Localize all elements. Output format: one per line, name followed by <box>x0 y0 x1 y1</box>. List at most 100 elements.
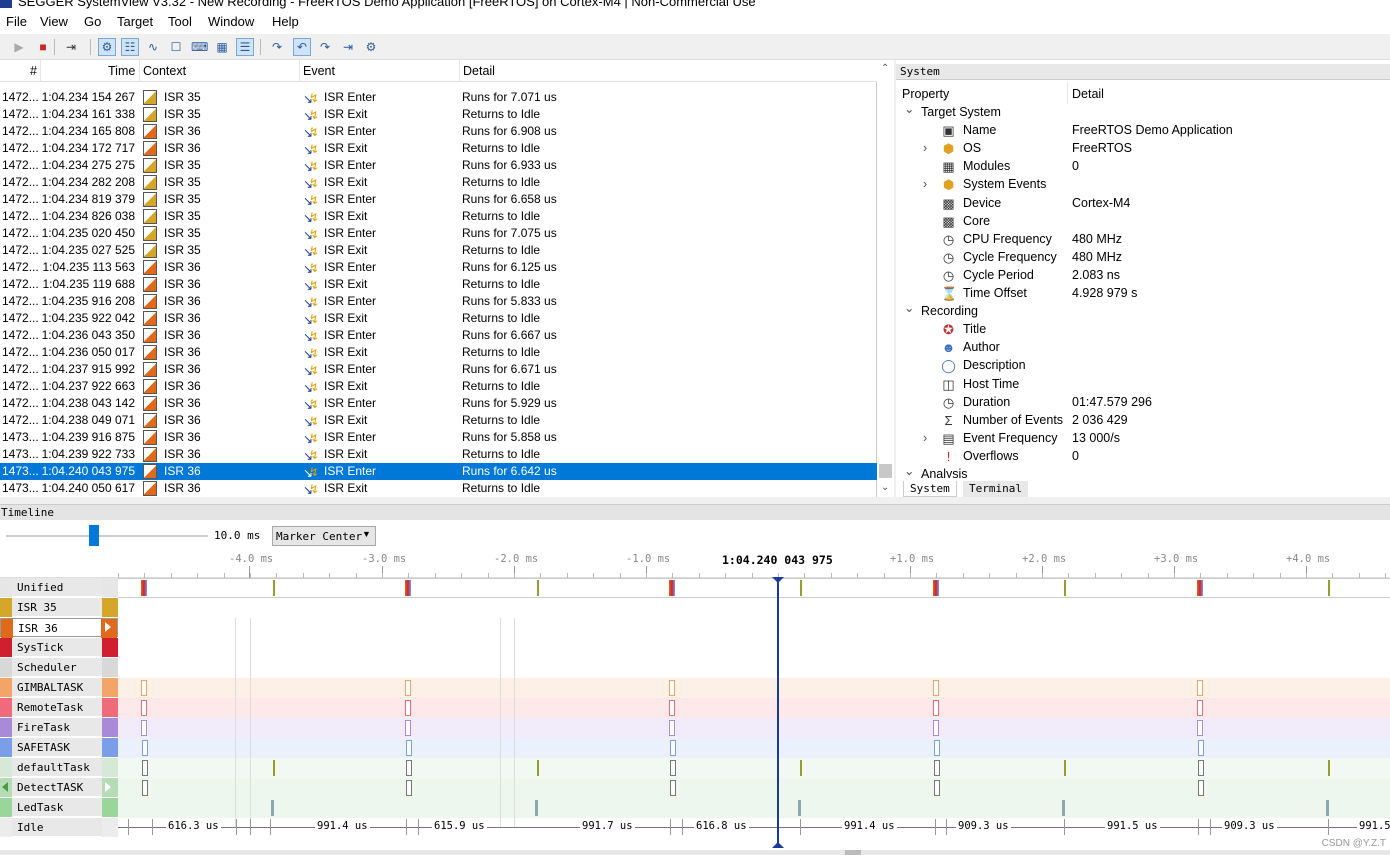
marker-mode-select[interactable]: Marker Center ▼ <box>272 526 376 546</box>
event-row[interactable]: 1472... 1:04.234 819 379 ISR 35 ↘ ↯ ISR Enter… <box>0 191 877 208</box>
track-label-isr 35[interactable]: ISR 35 <box>0 598 118 617</box>
go-forward-icon[interactable]: ↷ <box>268 38 286 56</box>
event-row[interactable]: 1473... 1:04.239 916 875 ISR 36 ↘ ↯ ISR Enter… <box>0 429 877 446</box>
property-row[interactable]: ⌄ Recording <box>896 300 1390 321</box>
track-label-defaulttask[interactable]: defaultTask <box>0 758 118 777</box>
chevron-down-icon[interactable]: ⌄ <box>904 466 914 478</box>
property-row[interactable]: ◷ CPU Frequency 480 MHz <box>896 231 1390 249</box>
go-last-icon[interactable]: ⇥ <box>339 38 357 56</box>
chevron-down-icon[interactable]: ⌄ <box>904 101 914 116</box>
chevron-right-icon[interactable]: › <box>923 177 927 191</box>
scroll-right-icon[interactable] <box>105 622 111 632</box>
h-scrollbar[interactable] <box>0 850 1390 855</box>
play-icon[interactable]: ▶ <box>10 38 28 56</box>
event-row[interactable]: 1472... 1:04.235 027 525 ISR 35 ↘ ↯ ISR Exit R… <box>0 242 877 259</box>
col-detail[interactable]: Detail <box>1072 87 1104 101</box>
event-row[interactable]: 1472... 1:04.234 275 275 ISR 35 ↘ ↯ ISR Enter… <box>0 157 877 174</box>
track-label-gimbaltask[interactable]: GIMBALTASK <box>0 678 118 697</box>
scroll-up-icon[interactable]: ⌃ <box>881 63 889 74</box>
property-row[interactable]: ▩ Device Cortex-M4 <box>896 195 1390 213</box>
property-row[interactable]: ! Overflows 0 <box>896 448 1390 466</box>
menu-help[interactable]: Help <box>272 14 299 29</box>
tab-terminal[interactable]: Terminal <box>963 481 1028 497</box>
terminal-icon[interactable]: ⌨ <box>190 38 208 56</box>
go-next-icon[interactable]: ↷ <box>316 38 334 56</box>
cpu-icon[interactable]: ▦ <box>213 38 231 56</box>
menu-go[interactable]: Go <box>84 14 101 29</box>
scroll-right-icon[interactable] <box>105 782 111 792</box>
track-label-unified[interactable]: Unified <box>0 578 118 597</box>
property-row[interactable]: ◫ Host Time <box>896 376 1390 394</box>
track-label-remotetask[interactable]: RemoteTask <box>0 698 118 717</box>
event-row[interactable]: 1473... 1:04.240 050 617 ISR 36 ↘ ↯ ISR Exit R… <box>0 480 877 497</box>
zoom-slider-track[interactable] <box>6 535 208 537</box>
event-row[interactable]: 1472... 1:04.235 020 450 ISR 35 ↘ ↯ ISR Enter… <box>0 225 877 242</box>
event-row[interactable]: 1472... 1:04.235 113 563 ISR 36 ↘ ↯ ISR Enter… <box>0 259 877 276</box>
property-row[interactable]: ▩ Core <box>896 213 1390 231</box>
timeline-icon[interactable]: ∿ <box>144 38 162 56</box>
go-prev-icon[interactable]: ↶ <box>293 38 311 56</box>
track-label-scheduler[interactable]: Scheduler <box>0 658 118 677</box>
event-row[interactable]: 1472... 1:04.234 282 208 ISR 35 ↘ ↯ ISR Exit R… <box>0 174 877 191</box>
event-row[interactable]: 1472... 1:04.234 172 717 ISR 36 ↘ ↯ ISR Exit R… <box>0 140 877 157</box>
event-row-partial[interactable] <box>0 74 877 82</box>
menu-target[interactable]: Target <box>117 14 153 29</box>
property-row[interactable]: ◷ Duration 01:47.579 296 <box>896 394 1390 412</box>
event-row[interactable]: 1472... 1:04.234 165 808 ISR 36 ↘ ↯ ISR Enter… <box>0 123 877 140</box>
event-row[interactable]: 1472... 1:04.235 916 208 ISR 36 ↘ ↯ ISR Enter… <box>0 293 877 310</box>
event-row[interactable]: 1472... 1:04.234 154 267 ISR 35 ↘ ↯ ISR Enter… <box>0 89 877 106</box>
track-label-firetask[interactable]: FireTask <box>0 718 118 737</box>
tab-system[interactable]: System <box>903 481 957 497</box>
cursor-bottom-marker[interactable] <box>772 842 784 848</box>
property-row[interactable]: ▣ Name FreeRTOS Demo Application <box>896 122 1390 140</box>
property-row[interactable]: ☻ Author <box>896 339 1390 357</box>
menu-tool[interactable]: Tool <box>168 14 192 29</box>
h-scroll-thumb[interactable] <box>845 850 861 855</box>
track-label-safetask[interactable]: SAFETASK <box>0 738 118 757</box>
property-row[interactable]: ◷ Cycle Frequency 480 MHz <box>896 249 1390 267</box>
event-row[interactable]: 1472... 1:04.237 915 992 ISR 36 ↘ ↯ ISR Enter… <box>0 361 877 378</box>
property-row[interactable]: ⌄ Analysis <box>896 466 1390 478</box>
property-row[interactable]: ✪ Title <box>896 321 1390 339</box>
property-row[interactable]: › ⬢ System Events <box>896 176 1390 194</box>
context-icon[interactable]: ☐ <box>167 38 185 56</box>
scroll-down-icon[interactable]: ⌄ <box>881 482 889 493</box>
menu-file[interactable]: File <box>6 14 27 29</box>
scroll-left-icon[interactable] <box>2 622 8 632</box>
timeline-area[interactable]: -4.0 ms -3.0 ms -2.0 ms -1.0 ms +1.0 ms +2.0 … <box>0 550 1390 850</box>
chevron-right-icon[interactable]: › <box>923 431 927 445</box>
event-row[interactable]: 1472... 1:04.235 922 042 ISR 36 ↘ ↯ ISR Exit R… <box>0 310 877 327</box>
col-property[interactable]: Property <box>902 87 949 101</box>
property-row[interactable]: ▦ Modules 0 <box>896 158 1390 176</box>
track-label-detecttask[interactable]: DetectTASK <box>0 778 118 797</box>
system-icon[interactable]: ⚙ <box>98 38 116 56</box>
menu-view[interactable]: View <box>40 14 68 29</box>
event-row[interactable]: 1472... 1:04.238 049 071 ISR 36 ↘ ↯ ISR Exit R… <box>0 412 877 429</box>
events-scrollbar[interactable]: ⌃ ⌄ <box>877 60 894 497</box>
property-row[interactable]: ⌛ Time Offset 4.928 979 s <box>896 285 1390 303</box>
cursor-top-marker[interactable] <box>772 577 784 583</box>
track-label-ledtask[interactable]: LedTask <box>0 798 118 817</box>
event-row[interactable]: 1473... 1:04.240 043 975 ISR 36 ↘ ↯ ISR Enter… <box>0 463 877 480</box>
events-icon[interactable]: ☷ <box>121 38 139 56</box>
track-label-idle[interactable]: Idle <box>0 818 118 837</box>
event-row[interactable]: 1472... 1:04.234 161 338 ISR 35 ↘ ↯ ISR Exit R… <box>0 106 877 123</box>
stop-icon[interactable]: ■ <box>34 38 52 56</box>
property-row[interactable]: ◷ Cycle Period 2.083 ns <box>896 267 1390 285</box>
event-row[interactable]: 1472... 1:04.238 043 142 ISR 36 ↘ ↯ ISR Enter… <box>0 395 877 412</box>
menu-window[interactable]: Window <box>208 14 254 29</box>
zoom-slider-thumb[interactable] <box>89 525 99 546</box>
chevron-down-icon[interactable]: ⌄ <box>904 300 914 315</box>
track-label-systick[interactable]: SysTick <box>0 638 118 657</box>
scroll-thumb[interactable] <box>879 464 892 478</box>
chevron-right-icon[interactable]: › <box>923 141 927 155</box>
event-row[interactable]: 1472... 1:04.235 119 688 ISR 36 ↘ ↯ ISR Exit R… <box>0 276 877 293</box>
property-row[interactable]: › ⬢ OS FreeRTOS <box>896 140 1390 158</box>
event-row[interactable]: 1472... 1:04.236 043 350 ISR 36 ↘ ↯ ISR Enter… <box>0 327 877 344</box>
property-row[interactable]: ◯ Description <box>896 357 1390 375</box>
event-row[interactable]: 1472... 1:04.236 050 017 ISR 36 ↘ ↯ ISR Exit R… <box>0 344 877 361</box>
property-row[interactable]: › ▤ Event Frequency 13 000/s <box>896 430 1390 448</box>
event-row[interactable]: 1473... 1:04.239 922 733 ISR 36 ↘ ↯ ISR Exit R… <box>0 446 877 463</box>
table-icon[interactable]: ☰ <box>236 38 254 56</box>
scroll-left-icon[interactable] <box>2 782 8 792</box>
